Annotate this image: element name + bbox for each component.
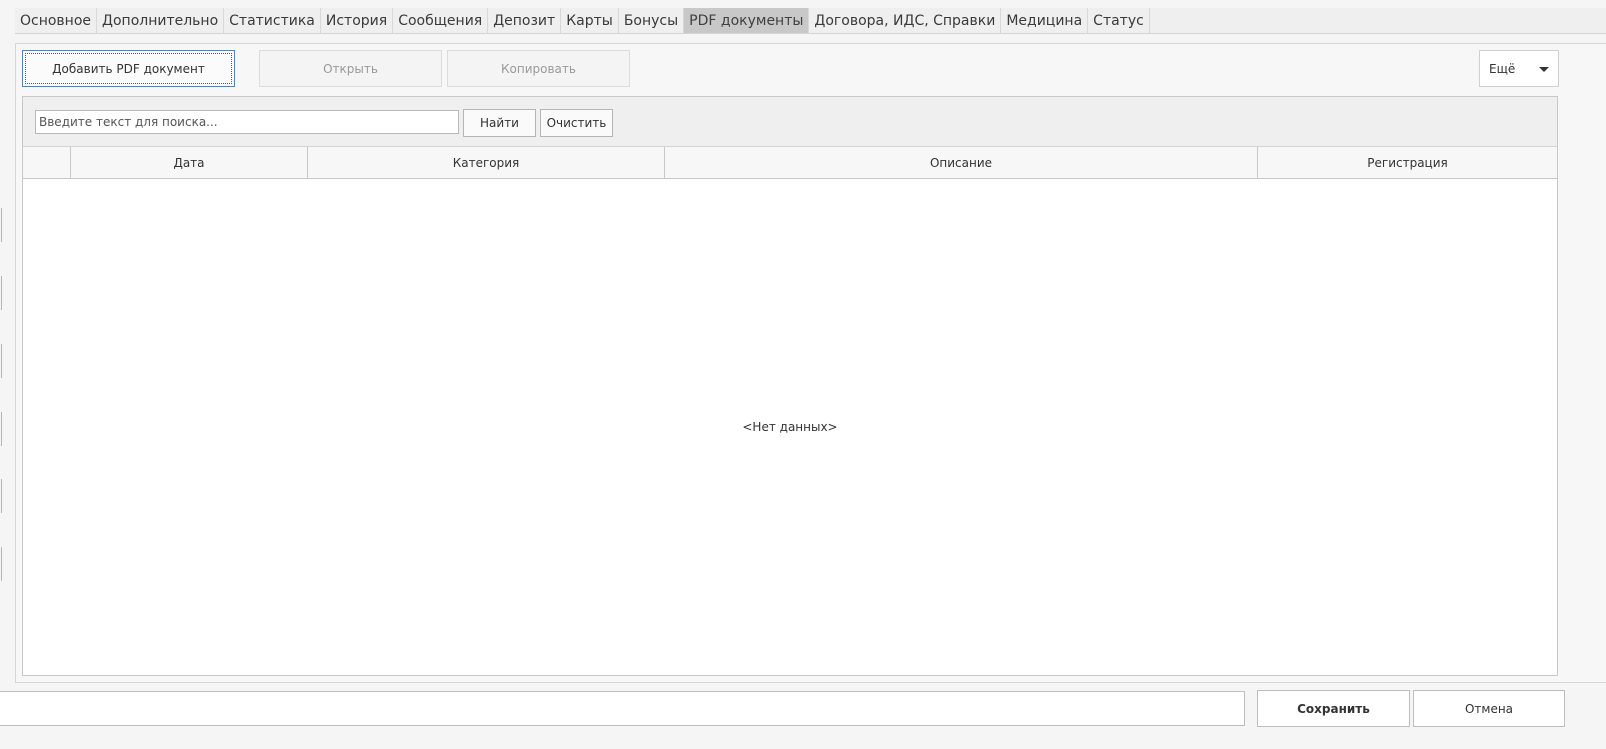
tab-messages[interactable]: Сообщения	[393, 8, 489, 33]
clear-button[interactable]: Очистить	[540, 109, 613, 137]
save-button[interactable]: Сохранить	[1257, 690, 1410, 727]
tab-history[interactable]: История	[321, 8, 394, 33]
left-edge-control	[0, 412, 2, 446]
tab-status[interactable]: Статус	[1088, 8, 1150, 33]
column-header-category[interactable]: Категория	[308, 147, 665, 178]
column-header-date[interactable]: Дата	[71, 147, 308, 178]
tab-pdf-documents[interactable]: PDF документы	[684, 8, 810, 33]
more-label: Ещё	[1489, 61, 1516, 76]
search-panel: Найти Очистить	[23, 97, 1557, 147]
add-pdf-document-button[interactable]: Добавить PDF документ	[22, 50, 235, 87]
find-button[interactable]: Найти	[463, 109, 536, 137]
tab-main[interactable]: Основное	[15, 8, 98, 33]
table-header: Дата Категория Описание Регистрация	[23, 147, 1557, 179]
tab-additional[interactable]: Дополнительно	[97, 8, 225, 33]
tab-bonuses[interactable]: Бонусы	[619, 8, 685, 33]
left-edge-control	[0, 547, 2, 581]
app-window: Основное Дополнительно Статистика Истори…	[0, 0, 1606, 749]
column-header-description[interactable]: Описание	[665, 147, 1258, 178]
empty-grid-message: <Нет данных>	[742, 420, 838, 434]
left-edge-control	[0, 276, 2, 310]
documents-grid: Найти Очистить Дата Категория Описание Р…	[22, 96, 1558, 676]
left-edge-control	[0, 208, 2, 242]
tab-contracts[interactable]: Договора, ИДС, Справки	[809, 8, 1002, 33]
tab-deposit[interactable]: Депозит	[488, 8, 562, 33]
tab-statistics[interactable]: Статистика	[224, 8, 321, 33]
cancel-button[interactable]: Отмена	[1413, 690, 1565, 727]
status-field	[0, 691, 1245, 726]
tab-cards[interactable]: Карты	[561, 8, 619, 33]
tab-strip: Основное Дополнительно Статистика Истори…	[15, 8, 1606, 34]
more-dropdown[interactable]: Ещё	[1479, 50, 1559, 87]
caret-down-icon	[1539, 67, 1549, 72]
column-header-selector[interactable]	[23, 147, 71, 178]
left-edge-control	[0, 479, 2, 513]
tab-medicine[interactable]: Медицина	[1001, 8, 1089, 33]
left-edge-control	[0, 344, 2, 378]
copy-button[interactable]: Копировать	[447, 50, 630, 87]
focus-rectangle	[25, 53, 232, 84]
column-header-registration[interactable]: Регистрация	[1258, 147, 1557, 178]
open-button[interactable]: Открыть	[259, 50, 442, 87]
search-input[interactable]	[35, 110, 459, 134]
